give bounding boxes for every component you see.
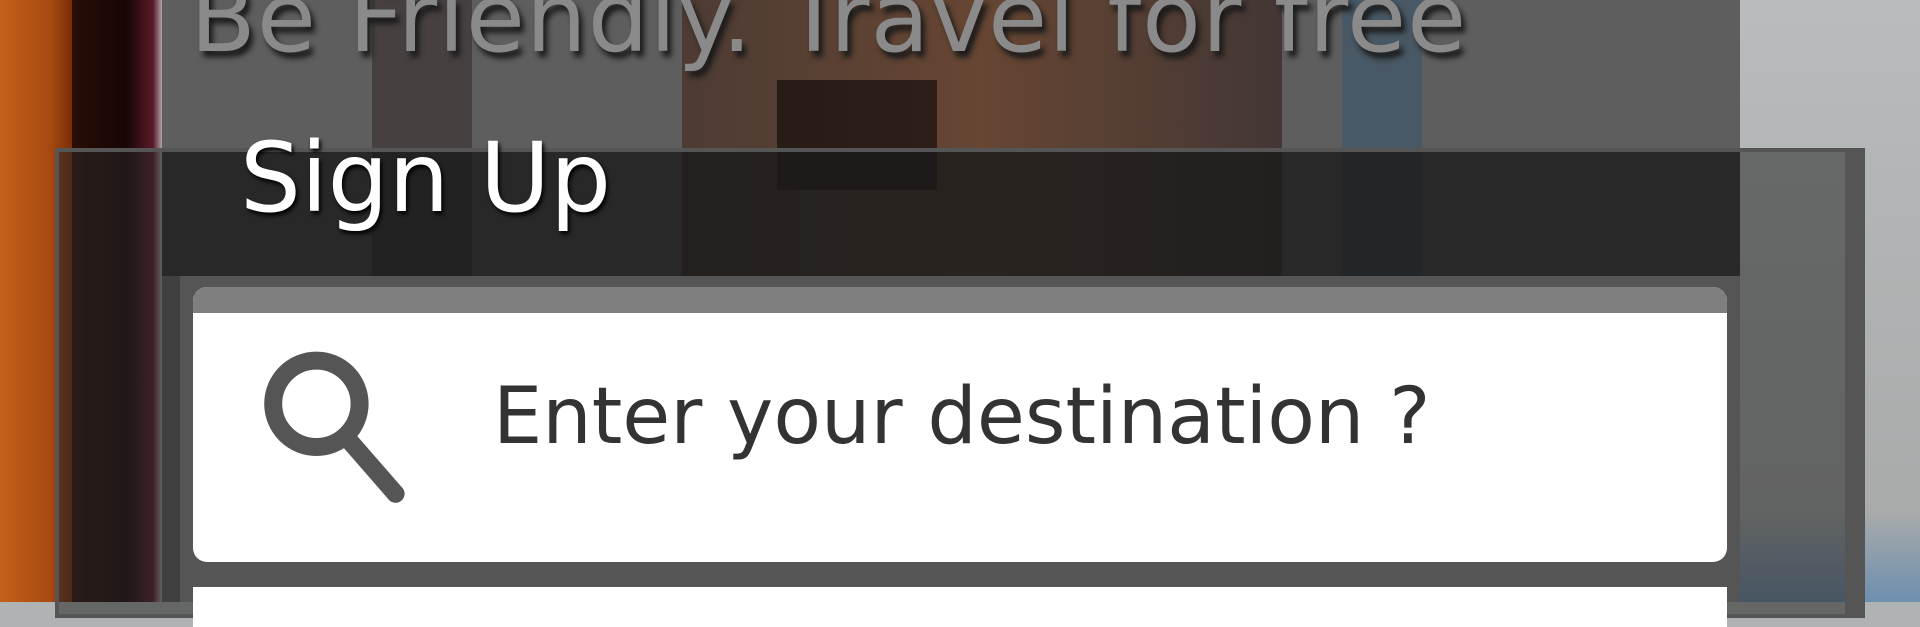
destination-input[interactable] [493,357,1693,477]
search-field-header [193,287,1727,313]
destination-search-field[interactable] [193,287,1727,562]
signup-next-field[interactable] [193,587,1727,627]
signup-title: Sign Up [240,122,612,234]
hero-headline: Be Friendly. Travel for free [190,0,1468,74]
search-icon[interactable] [248,339,428,519]
